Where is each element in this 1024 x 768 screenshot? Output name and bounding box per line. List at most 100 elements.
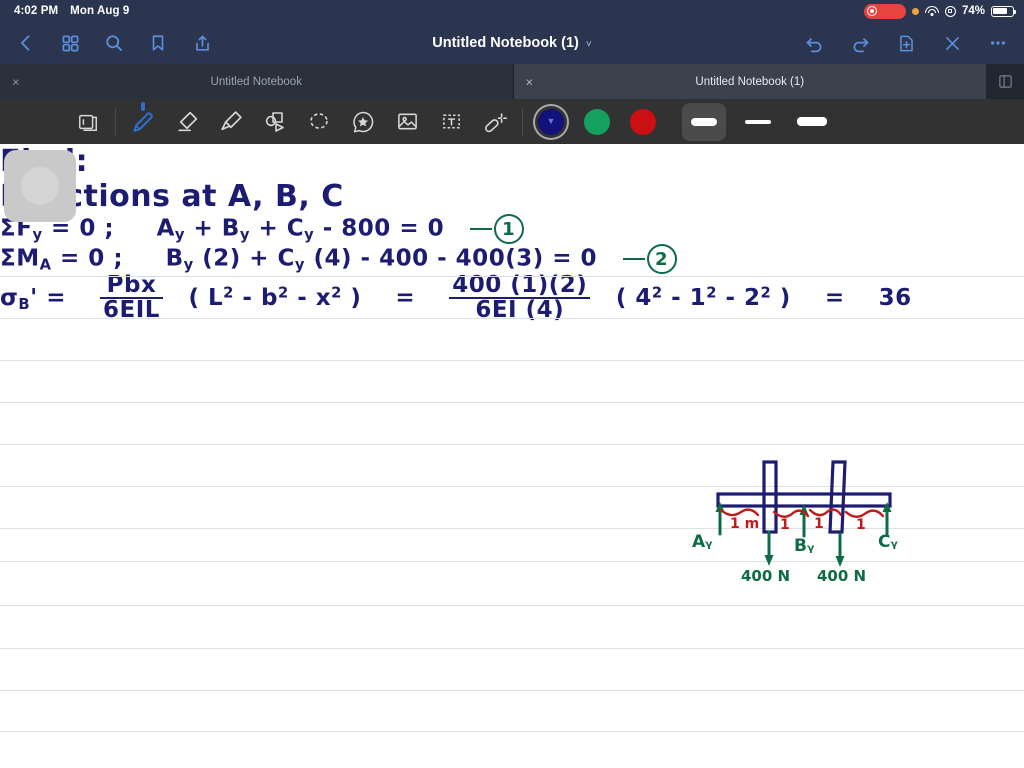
shapes-icon[interactable] [253, 103, 297, 141]
note-equation-2: ΣMA = 0 ; By (2) + Cy (4) - 400 - 400(3)… [0, 244, 1024, 274]
more-icon[interactable] [986, 31, 1010, 55]
eq2-sub-c: y [294, 256, 306, 274]
status-bar-left: 4:02 PM Mon Aug 9 [14, 5, 129, 17]
tool-divider [115, 107, 116, 136]
pen-active-indicator [141, 101, 145, 111]
note-canvas[interactable]: Find: Reactions at A, B, C ΣFy = 0 ; Ay … [0, 144, 1024, 768]
rule-line [0, 360, 1024, 361]
screen-lock-icon [944, 5, 956, 17]
color-swatch-green[interactable] [584, 108, 610, 135]
eq3-paren1-mid1: - b [233, 284, 278, 311]
tool-palette: ▼ [0, 99, 1024, 144]
label-reaction-c: Cᵧ [878, 532, 898, 552]
eq3-paren2-close: ) [771, 284, 791, 311]
label-dimension-4: 1 [856, 517, 866, 533]
eq3-paren1-sup2: 2 [277, 284, 289, 302]
stroke-width-thin[interactable] [736, 103, 780, 141]
magic-wand-icon[interactable] [473, 103, 517, 141]
eq1-term-a: A [156, 215, 175, 242]
label-dimension-1: 1 m [730, 516, 760, 532]
eq1-sub-c: y [304, 226, 315, 244]
close-tab-icon[interactable]: × [12, 75, 20, 88]
eq2-number-badge: 2 [646, 244, 677, 274]
tab-label: Untitled Notebook [210, 75, 302, 88]
eq3-sigma-sub: B [18, 296, 31, 314]
color-expand-chevron: ▼ [546, 116, 556, 126]
pen-icon[interactable] [121, 101, 165, 141]
eq2-lhs-sub: A [39, 256, 52, 274]
wifi-icon [924, 5, 939, 17]
redo-icon[interactable] [848, 31, 872, 55]
close-tab-icon[interactable]: × [526, 75, 534, 88]
page-layers-icon[interactable] [66, 103, 110, 141]
beam-free-body-diagram: Aᵧ Bᵧ Cᵧ 400 N 400 N 1 m 1 1 1 [690, 454, 920, 604]
eq3-fraction-2: 400 (1)(2) 6EI (4) [449, 273, 591, 323]
ipad-notability-screen: 4:02 PM Mon Aug 9 74% Untitled Notebook … [0, 0, 1024, 768]
eq2-equals-zero: = 0 ; [51, 245, 124, 272]
eq3-equals-1: = [395, 284, 416, 311]
highlighter-icon[interactable] [209, 103, 253, 141]
eq3-paren2-mid1: - 1 [662, 284, 707, 311]
color-swatch-red[interactable] [630, 108, 656, 135]
label-load-1: 400 N [741, 567, 791, 585]
tool-divider [522, 107, 523, 136]
sticker-icon[interactable] [341, 103, 385, 141]
note-equation-1: ΣFy = 0 ; Ay + By + Cy - 800 = 0 1 [0, 214, 1024, 244]
note-equation-3: σB' = Pbx 6EIL ( L2 - b2 - x2 ) = 400 (1… [0, 272, 1024, 323]
eq1-tail: - 800 = 0 [314, 215, 445, 242]
note-heading-find: Find: [0, 144, 1024, 179]
rule-line [0, 690, 1024, 691]
eq2-term-c: (2) + C [193, 245, 295, 272]
bookmark-icon[interactable] [146, 31, 170, 55]
eq1-term-c: + C [249, 215, 305, 242]
tab-untitled-notebook-1[interactable]: × Untitled Notebook (1) [513, 64, 987, 99]
side-panel-icon[interactable] [986, 64, 1024, 99]
search-icon[interactable] [102, 31, 126, 55]
eq3-paren1-sup1: 2 [223, 284, 234, 302]
eq3-frac1-denominator: 6EIL [100, 297, 163, 322]
page-thumbnail-placeholder[interactable] [4, 150, 76, 222]
rule-line [0, 605, 1024, 606]
eq3-prime-equals: ' = [30, 284, 66, 311]
back-icon[interactable] [14, 31, 38, 55]
eq2-sub-b: y [183, 256, 194, 274]
record-indicator [863, 3, 906, 19]
image-icon[interactable] [385, 103, 429, 141]
grid-icon[interactable] [58, 31, 82, 55]
label-reaction-a: Aᵧ [692, 532, 713, 552]
eq3-paren2-sup1: 2 [651, 284, 663, 302]
eq2-dash [622, 257, 645, 261]
eq2-tail: (4) - 400 - 400(3) = 0 [305, 245, 598, 272]
rule-line [0, 318, 1024, 319]
tab-untitled-notebook[interactable]: × Untitled Notebook [0, 64, 513, 99]
add-page-icon[interactable] [894, 31, 918, 55]
eq1-dash [469, 227, 492, 231]
stroke-width-options [682, 102, 834, 141]
eq3-sigma: σ [0, 284, 19, 311]
eq3-paren1-open: ( L [188, 284, 224, 311]
undo-icon[interactable] [802, 31, 826, 55]
eraser-icon[interactable] [165, 103, 209, 141]
color-swatch-navy[interactable]: ▼ [538, 108, 564, 135]
eq3-paren1-mid2: - x [288, 284, 332, 311]
tab-bar: × Untitled Notebook × Untitled Notebook … [0, 64, 1024, 99]
rule-line [0, 648, 1024, 649]
rule-line [0, 402, 1024, 403]
eq3-paren2-sup2: 2 [706, 284, 717, 302]
battery-icon [991, 5, 1016, 17]
status-time: 4:02 PM [14, 5, 59, 17]
stroke-width-medium[interactable] [790, 103, 834, 141]
status-bar: 4:02 PM Mon Aug 9 74% [0, 0, 1024, 22]
eq1-lhs-sub: y [32, 226, 43, 244]
label-reaction-b: Bᵧ [794, 536, 815, 556]
eq3-paren2-sup3: 2 [760, 284, 772, 302]
lasso-icon[interactable] [297, 103, 341, 141]
stroke-width-thick[interactable] [682, 102, 726, 141]
close-icon[interactable] [940, 31, 964, 55]
note-heading-body: Reactions at A, B, C [0, 179, 344, 214]
share-icon[interactable] [190, 31, 214, 55]
eq1-term-b: + B [185, 215, 240, 242]
eq3-frac1-numerator: Pbx [106, 272, 157, 298]
chevron-down-icon[interactable]: ˅ [586, 39, 592, 50]
text-box-icon[interactable] [429, 103, 473, 141]
